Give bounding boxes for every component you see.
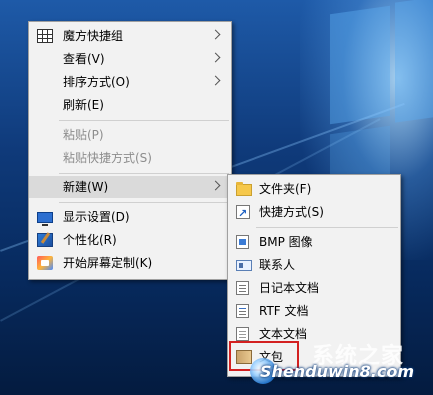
menu-item-label: 快捷方式(S) [259,205,324,219]
menu-item-label: 新建(W) [63,180,109,194]
menu-item-label: 刷新(E) [63,98,104,112]
menu-separator [59,120,229,121]
chevron-right-icon [210,29,221,40]
menu-item-display-settings[interactable]: 显示设置(D) [29,206,231,228]
watermark-text-en: Shenduwin8.com [260,362,415,381]
personalize-icon [37,233,53,247]
menu-item-label: 排序方式(O) [63,75,130,89]
submenu-item-rtf-document[interactable]: RTF 文档 [228,300,400,322]
shortcut-icon [236,203,250,225]
chevron-right-icon [210,52,221,63]
submenu-item-bmp-image[interactable]: BMP 图像 [228,231,400,253]
menu-separator [59,202,229,203]
menu-item-label: 开始屏幕定制(K) [63,256,153,270]
menu-item-refresh[interactable]: 刷新(E) [29,94,231,116]
chevron-right-icon [210,75,221,86]
menu-item-sort-by[interactable]: 排序方式(O) [29,71,231,93]
menu-item-label: 日记本文档 [259,281,320,295]
menu-item-label: 粘贴(P) [63,128,104,142]
display-settings-icon [37,212,53,226]
menu-item-label: 查看(V) [63,52,105,66]
site-watermark: 系统之家 Shenduwin8.com [250,338,433,390]
grid-icon [37,29,53,43]
menu-item-paste: 粘贴(P) [29,124,231,146]
contact-icon [236,260,252,271]
menu-item-start-screen-customize[interactable]: 开始屏幕定制(K) [29,252,231,274]
menu-item-label: 显示设置(D) [63,210,130,224]
menu-item-label: RTF 文档 [259,304,309,318]
menu-item-label: BMP 图像 [259,235,313,249]
menu-separator [256,227,398,228]
menu-item-mofang-quick-group[interactable]: 魔方快捷组 [29,25,231,47]
menu-item-label: 联系人 [259,258,296,272]
rtf-document-icon [236,304,249,318]
folder-icon [236,182,252,196]
menu-item-view[interactable]: 查看(V) [29,48,231,70]
menu-item-label: 个性化(R) [63,233,117,247]
menu-item-new[interactable]: 新建(W) [29,176,231,198]
menu-item-paste-shortcut: 粘贴快捷方式(S) [29,147,231,169]
wallpaper-window-shape [330,5,390,125]
text-document-icon [236,327,249,341]
submenu-item-contact[interactable]: 联系人 [228,254,400,276]
menu-separator [59,173,229,174]
submenu-item-journal-document[interactable]: 日记本文档 [228,277,400,299]
submenu-item-folder[interactable]: 文件夹(F) [228,178,400,200]
bmp-image-icon [236,235,249,249]
menu-item-personalize[interactable]: 个性化(R) [29,229,231,251]
submenu-item-shortcut[interactable]: 快捷方式(S) [228,201,400,225]
menu-item-label: 文件夹(F) [259,182,312,196]
desktop-context-menu: 魔方快捷组 查看(V) 排序方式(O) 刷新(E) 粘贴(P) 粘贴快捷方式(S… [28,21,232,280]
journal-document-icon [236,281,249,295]
menu-item-label: 粘贴快捷方式(S) [63,151,152,165]
chevron-right-icon [210,180,221,191]
start-screen-icon [37,256,53,270]
menu-item-label: 魔方快捷组 [63,29,124,43]
